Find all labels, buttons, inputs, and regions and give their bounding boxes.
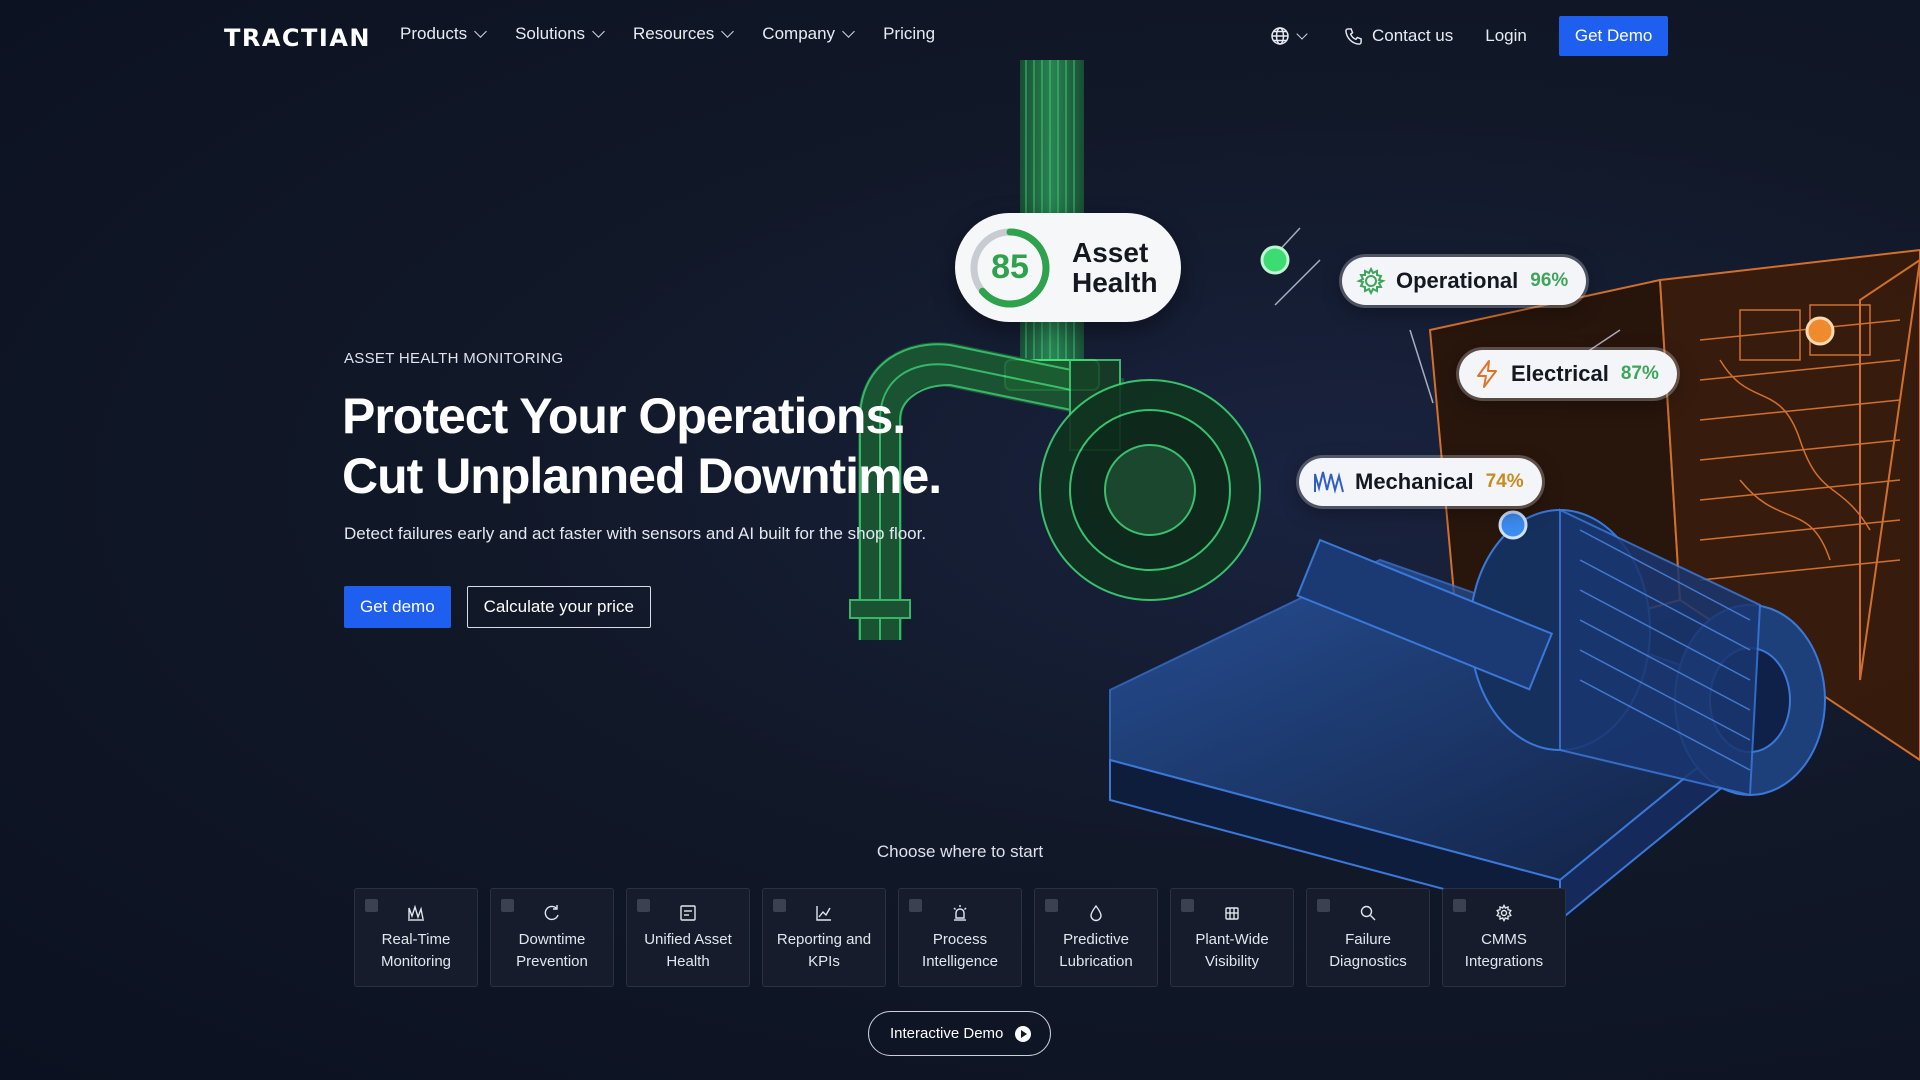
tile-label: Failure Diagnostics [1329,931,1407,970]
mechanical-metric: Mechanical 74% [1299,458,1542,506]
calculate-price-button[interactable]: Calculate your price [466,586,651,628]
gear-icon [1356,266,1386,296]
pump-motor-illustration [849,60,1920,923]
health-title: Asset Health [1072,236,1158,298]
hero-headline-line1: Protect Your Operations. [342,388,906,444]
tile-downtime-prevention[interactable]: Downtime Prevention [490,888,614,987]
tile-label: CMMS Integrations [1464,931,1544,970]
hero-headline-line2: Cut Unplanned Downtime. [342,448,942,504]
electrical-metric: Electrical 87% [1459,350,1677,398]
operational-sensor-dot [1260,245,1290,275]
tile-reporting-kpis[interactable]: Reporting and KPIs [762,888,886,987]
tile-checkbox[interactable] [365,899,378,912]
pump-housing [1039,379,1261,601]
nav-pricing[interactable]: Pricing [883,24,935,44]
globe-icon [1271,27,1289,45]
tile-checkbox[interactable] [1453,899,1466,912]
choose-start-title: Choose where to start [876,842,1044,861]
settings-icon [1494,903,1514,923]
tile-checkbox[interactable] [1181,899,1194,912]
tile-checkbox[interactable] [773,899,786,912]
phone-icon [1345,27,1362,45]
factory-icon [1222,903,1242,923]
tile-checkbox[interactable] [1045,899,1058,912]
health-title-line2: Health [1072,266,1158,298]
nav-company[interactable]: Company [762,24,855,44]
waveform-icon [1314,471,1344,494]
mechanical-sensor-dot [1498,510,1528,540]
play-icon [1015,1025,1032,1042]
interactive-demo-button[interactable]: Interactive Demo [868,1011,1052,1056]
monitoring-icon [406,903,426,923]
tile-label: Predictive Lubrication [1059,931,1133,970]
tile-unified-asset-health[interactable]: Unified Asset Health [626,888,750,987]
health-score: 85 [991,248,1029,286]
mechanical-label: Mechanical [1355,469,1474,494]
hero-actions: Get demo Calculate your price [344,586,651,628]
contact-us-label: Contact us [1372,26,1454,45]
electrical-value: 87% [1620,363,1659,384]
tile-real-time-monitoring[interactable]: Real-Time Monitoring [354,888,478,987]
search-icon [1358,903,1378,923]
tile-checkbox[interactable] [909,899,922,912]
alarm-icon [950,903,970,923]
tile-label: Unified Asset Health [644,931,732,970]
get-demo-hero-button[interactable]: Get demo [344,586,451,628]
tile-label: Real-Time Monitoring [380,931,452,970]
start-tiles: Real-Time Monitoring Downtime Prevention U… [354,888,1566,987]
nav-solutions[interactable]: Solutions [515,24,605,44]
tile-checkbox[interactable] [637,899,650,912]
asset-health-icon [678,903,698,923]
chevron-down-icon [721,25,735,38]
login-link[interactable]: Login [1485,26,1527,46]
nav-products[interactable]: Products [400,24,487,44]
chevron-down-icon [842,25,855,38]
nav-company-label: Company [762,24,836,43]
operational-value: 96% [1530,270,1569,291]
electrical-label: Electrical [1511,361,1609,386]
tile-label: Reporting and KPIs [776,931,872,970]
chart-icon [814,903,834,923]
electrical-sensor-dot [1805,316,1835,346]
tile-plant-wide-visibility[interactable]: Plant-Wide Visibility [1170,888,1294,987]
lightning-icon [1477,360,1497,388]
tile-checkbox[interactable] [501,899,514,912]
operational-metric: Operational 96% [1342,257,1587,305]
chevron-down-icon [1296,28,1308,40]
interactive-demo-label: Interactive Demo [890,1025,1004,1042]
nav-resources[interactable]: Resources [633,24,735,44]
tile-predictive-lubrication[interactable]: Predictive Lubrication [1034,888,1158,987]
hero-eyebrow: ASSET HEALTH MONITORING [344,350,564,367]
health-gauge: 85 [968,226,1052,310]
nav-resources-label: Resources [633,24,715,43]
operational-label: Operational [1396,268,1519,293]
tile-label: Downtime Prevention [516,931,588,970]
main-menu: Products Solutions Resources Company Pri… [400,24,965,44]
tile-process-intelligence[interactable]: Process Intelligence [898,888,1022,987]
nav-actions: Contact us Login Get Demo [1270,16,1669,56]
hero-subtext: Detect failures early and act faster wit… [344,524,927,543]
get-demo-button[interactable]: Get Demo [1558,16,1669,56]
language-selector[interactable] [1270,26,1308,46]
tractian-logo[interactable]: TRACTIAN [224,24,371,52]
tile-failure-diagnostics[interactable]: Failure Diagnostics [1306,888,1430,987]
health-title-line1: Asset [1072,236,1149,268]
mechanical-value: 74% [1485,471,1524,492]
drop-icon [1086,903,1106,923]
nav-solutions-label: Solutions [515,24,586,43]
chevron-down-icon [474,25,487,38]
tile-label: Process Intelligence [922,931,998,970]
chevron-down-icon [592,25,605,38]
asset-health-card: 85 Asset Health [955,213,1181,322]
hero-headline: Protect Your Operations. Cut Unplanned D… [342,386,942,506]
contact-us-link[interactable]: Contact us [1344,26,1453,46]
nav-products-label: Products [400,24,468,43]
tile-label: Plant-Wide Visibility [1195,931,1269,970]
refresh-icon [542,903,562,923]
nav-pricing-label: Pricing [883,24,936,43]
tile-cmms-integrations[interactable]: CMMS Integrations [1442,888,1566,987]
tile-checkbox[interactable] [1317,899,1330,912]
